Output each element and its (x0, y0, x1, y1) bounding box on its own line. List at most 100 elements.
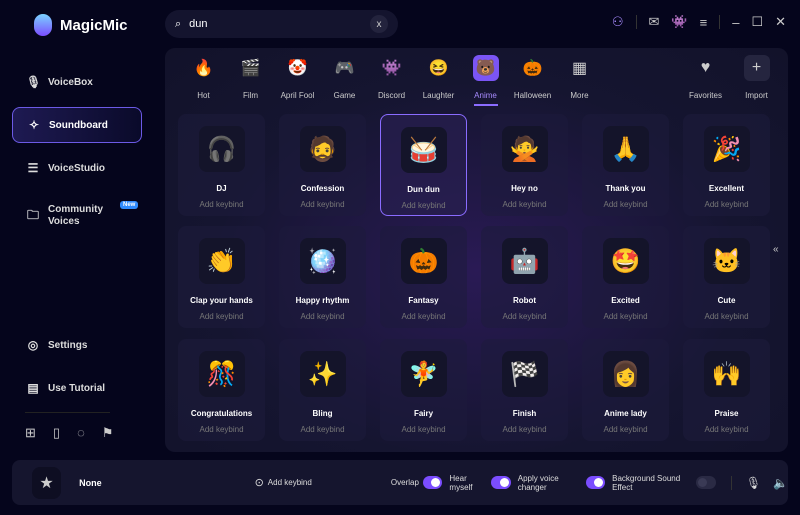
sound-card[interactable]: 🎉 Excellent Add keybind (683, 114, 770, 216)
add-keybind-link[interactable]: Add keybind (401, 312, 445, 321)
add-keybind-link[interactable]: Add keybind (401, 425, 445, 434)
sidebar-item-voicebox[interactable]: 🎙 VoiceBox (12, 64, 142, 100)
user-icon[interactable]: ⚇ (612, 14, 624, 30)
signpost-icon[interactable]: ⚑ (102, 425, 114, 441)
sidebar-icon: ✧ (28, 118, 40, 132)
sidebar-icon: ▤ (27, 381, 39, 395)
sound-card[interactable]: 🙏 Thank you Add keybind (582, 114, 669, 216)
tab-icon: 🤡 (287, 60, 308, 77)
sound-card[interactable]: 🎃 Fantasy Add keybind (380, 226, 467, 328)
sound-card[interactable]: 🙅 Hey no Add keybind (481, 114, 568, 216)
add-keybind-link[interactable]: Add keybind (401, 201, 445, 210)
chat-icon[interactable]: ◌ (77, 425, 85, 441)
hear-myself-toggle[interactable] (491, 476, 511, 489)
sound-card[interactable]: 🎧 DJ Add keybind (178, 114, 265, 216)
tab-anime[interactable]: 🐻 Anime (462, 55, 509, 106)
add-keybind-button[interactable]: ⊙ Add keybind (255, 476, 391, 489)
speaker-icon[interactable]: 🔈 (773, 476, 788, 490)
discord-icon[interactable]: 👾 (671, 14, 687, 30)
favorites-button[interactable]: ♥ Favorites (683, 55, 728, 100)
add-keybind-link[interactable]: Add keybind (603, 200, 647, 209)
sound-card[interactable]: 🥁 Dun dun Add keybind (380, 114, 467, 216)
add-keybind-link[interactable]: Add keybind (502, 312, 546, 321)
maximize-icon[interactable]: ☐ (751, 14, 763, 30)
import-button[interactable]: + Import (734, 55, 779, 100)
sound-card[interactable]: 👩 Anime lady Add keybind (582, 339, 669, 441)
sound-card[interactable]: 🐱 Cute Add keybind (683, 226, 770, 328)
divider (719, 15, 721, 29)
sound-name: Fairy (413, 409, 434, 418)
add-keybind-link[interactable]: Add keybind (300, 200, 344, 209)
sidebar-item-community-voices[interactable]: 🗀 Community Voices New (12, 195, 142, 237)
tab-more[interactable]: ▦ More (556, 55, 603, 106)
sound-image: 🎊 (198, 351, 245, 397)
add-keybind-link[interactable]: Add keybind (704, 425, 748, 434)
add-keybind-link[interactable]: Add keybind (199, 312, 243, 321)
sound-card[interactable]: 👏 Clap your hands Add keybind (178, 226, 265, 328)
menu-icon[interactable]: ≡ (700, 15, 708, 30)
tab-halloween[interactable]: 🎃 Halloween (509, 55, 556, 106)
sound-image: 🐱 (703, 238, 750, 284)
add-keybind-link[interactable]: Add keybind (300, 312, 344, 321)
tab-discord[interactable]: 👾 Discord (368, 55, 415, 106)
sound-image: 🧚 (400, 351, 447, 397)
sound-card[interactable]: 🧔 Confession Add keybind (279, 114, 366, 216)
search-input[interactable]: ⌕ dun x (165, 10, 398, 38)
toolbox-icon[interactable]: ⊞ (25, 425, 36, 441)
sidebar-item-voicestudio[interactable]: ☰ VoiceStudio (12, 150, 142, 186)
sidebar-item-settings[interactable]: ◎ Settings (12, 327, 142, 363)
sound-card[interactable]: 🤩 Excited Add keybind (582, 226, 669, 328)
tab-icon: 🎮 (334, 60, 355, 77)
add-keybind-link[interactable]: Add keybind (199, 200, 243, 209)
overlap-toggle[interactable] (422, 476, 443, 489)
clear-search-button[interactable]: x (370, 15, 388, 33)
sound-image: 🙏 (602, 126, 649, 172)
add-keybind-link[interactable]: Add keybind (502, 200, 546, 209)
tab-game[interactable]: 🎮 Game (321, 55, 368, 106)
tab-film[interactable]: 🎬 Film (227, 55, 274, 106)
apply-voice-changer-toggle[interactable] (585, 476, 606, 489)
search-value[interactable]: dun (189, 18, 207, 30)
add-keybind-link[interactable]: Add keybind (603, 425, 647, 434)
sound-name: Cute (717, 296, 736, 305)
sound-name: DJ (216, 184, 227, 193)
sound-image: 🤩 (602, 238, 649, 284)
sound-card[interactable]: 🎊 Congratulations Add keybind (178, 339, 265, 441)
tab-icon: 🐻 (472, 55, 499, 81)
sound-card[interactable]: 🪩 Happy rhythm Add keybind (279, 226, 366, 328)
active-tab-underline (473, 104, 498, 106)
sound-image: 🎧 (198, 126, 245, 172)
category-tabs: 🔥 Hot 🎬 Film 🤡 April Fool 🎮 Game 👾 Discord 😆 Laught… (180, 55, 603, 106)
background-sound-effect-toggle[interactable] (696, 476, 716, 489)
close-icon[interactable]: ✕ (775, 14, 786, 30)
sidebar-item-use-tutorial[interactable]: ▤ Use Tutorial (12, 370, 142, 406)
new-badge: New (120, 201, 139, 209)
sound-card[interactable]: 🤖 Robot Add keybind (481, 226, 568, 328)
tab-april-fool[interactable]: 🤡 April Fool (274, 55, 321, 106)
add-keybind-link[interactable]: Add keybind (603, 312, 647, 321)
add-keybind-link[interactable]: Add keybind (300, 425, 344, 434)
sound-card[interactable]: 🙌 Praise Add keybind (683, 339, 770, 441)
sidebar-icon: ☰ (27, 161, 39, 175)
collapse-panel-button[interactable]: « (773, 244, 779, 255)
add-keybind-link[interactable]: Add keybind (199, 425, 243, 434)
sound-card[interactable]: 🏁 Finish Add keybind (481, 339, 568, 441)
sound-card[interactable]: ✨ Bling Add keybind (279, 339, 366, 441)
add-keybind-link[interactable]: Add keybind (502, 425, 546, 434)
minimize-icon[interactable]: – (732, 15, 739, 30)
sidebar-icon: 🎙 (26, 75, 42, 89)
phone-icon[interactable]: ▯ (53, 425, 60, 441)
tab-icon: 🔥 (193, 60, 214, 77)
sound-name: Fantasy (408, 296, 439, 305)
current-sound-name: None (79, 477, 102, 488)
tab-hot[interactable]: 🔥 Hot (180, 55, 227, 106)
add-keybind-link[interactable]: Add keybind (704, 312, 748, 321)
sound-name: Finish (512, 409, 537, 418)
microphone-icon[interactable]: 🎙 (746, 476, 761, 490)
mail-icon[interactable]: ✉ (649, 14, 660, 30)
sound-name: Confession (300, 184, 345, 193)
add-keybind-link[interactable]: Add keybind (704, 200, 748, 209)
tab-laughter[interactable]: 😆 Laughter (415, 55, 462, 106)
sidebar-item-soundboard[interactable]: ✧ Soundboard (12, 107, 142, 143)
sound-card[interactable]: 🧚 Fairy Add keybind (380, 339, 467, 441)
